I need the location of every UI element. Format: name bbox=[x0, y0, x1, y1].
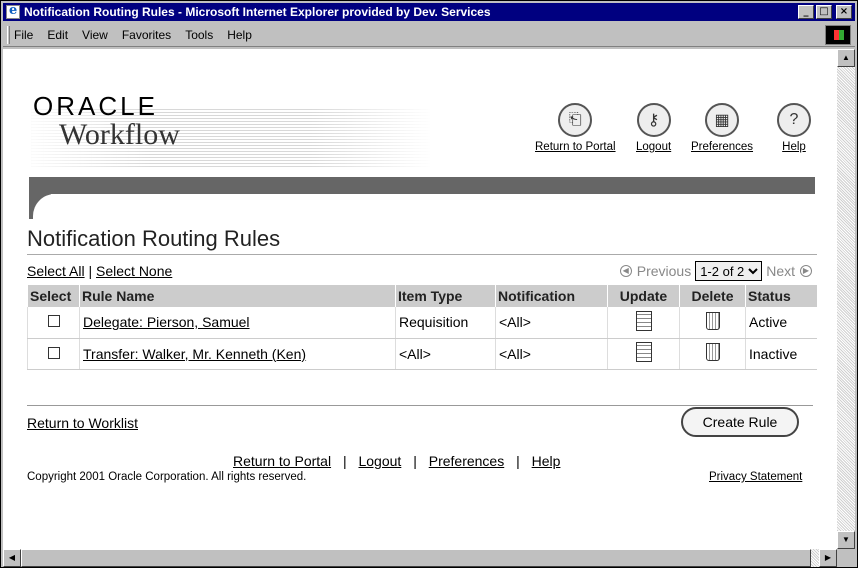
table-row: Delegate: Pierson, Samuel Requisition <A… bbox=[27, 307, 817, 339]
footer-return-to-portal-link[interactable]: Return to Portal bbox=[233, 453, 331, 469]
ie-icon bbox=[6, 3, 20, 19]
menu-bar: File Edit View Favorites Tools Help bbox=[3, 23, 855, 47]
toolbar-grip[interactable] bbox=[7, 25, 10, 44]
oracle-workflow-logo: ORACLE Workflow bbox=[33, 91, 180, 152]
help-icon: ? bbox=[777, 103, 811, 137]
select-none-link[interactable]: Select None bbox=[96, 263, 172, 279]
footer-links: Return to Portal | Logout | Preferences … bbox=[233, 453, 560, 469]
rule-name-link[interactable]: Delegate: Pierson, Samuel bbox=[83, 314, 250, 330]
item-type-cell: <All> bbox=[395, 338, 496, 370]
logout-link[interactable]: Logout bbox=[636, 141, 671, 153]
footer-separator: | bbox=[516, 453, 520, 469]
selection-links: Select All | Select None bbox=[27, 263, 172, 279]
header-status: Status bbox=[745, 285, 817, 307]
table-header-row: Select Rule Name Item Type Notification … bbox=[27, 285, 817, 307]
copyright-text: Copyright 2001 Oracle Corporation. All r… bbox=[27, 471, 307, 483]
page-content: ORACLE Workflow ⎗ Return to Portal ⚷ Log… bbox=[3, 49, 837, 549]
title-bar: Notification Routing Rules - Microsoft I… bbox=[3, 3, 855, 21]
divider bbox=[27, 405, 813, 406]
update-icon[interactable] bbox=[635, 342, 652, 362]
preferences-link[interactable]: Preferences bbox=[691, 141, 753, 153]
vertical-scrollbar[interactable]: ▲ ▼ bbox=[837, 49, 855, 549]
select-cell bbox=[27, 307, 80, 339]
privacy-statement-link[interactable]: Privacy Statement bbox=[709, 471, 802, 483]
update-icon[interactable] bbox=[635, 310, 652, 331]
menu-favorites[interactable]: Favorites bbox=[122, 28, 171, 42]
delete-cell bbox=[679, 307, 746, 339]
pager: ◀ Previous 1-2 of 2 Next ▶ bbox=[615, 261, 817, 281]
update-cell bbox=[607, 307, 680, 339]
scrollbar-corner bbox=[837, 549, 855, 567]
footer-preferences-link[interactable]: Preferences bbox=[429, 453, 504, 469]
footer-logout-link[interactable]: Logout bbox=[358, 453, 401, 469]
selection-separator: | bbox=[88, 263, 93, 279]
next-arrow-icon: ▶ bbox=[800, 265, 812, 277]
previous-link[interactable]: Previous bbox=[637, 263, 691, 279]
header-rule-name: Rule Name bbox=[79, 285, 396, 307]
windows-logo-icon bbox=[825, 24, 851, 45]
select-all-link[interactable]: Select All bbox=[27, 263, 85, 279]
table-row: Transfer: Walker, Mr. Kenneth (Ken) <All… bbox=[27, 338, 817, 370]
browser-window: Notification Routing Rules - Microsoft I… bbox=[0, 0, 858, 568]
key-icon: ⚷ bbox=[636, 103, 671, 137]
global-logout[interactable]: ⚷ Logout bbox=[636, 103, 671, 153]
notification-cell: <All> bbox=[495, 307, 608, 339]
rule-name-cell: Transfer: Walker, Mr. Kenneth (Ken) bbox=[79, 338, 396, 370]
scroll-up-icon[interactable]: ▲ bbox=[837, 49, 855, 67]
footer-help-link[interactable]: Help bbox=[532, 453, 561, 469]
header-item-type: Item Type bbox=[395, 285, 496, 307]
row-checkbox[interactable] bbox=[47, 315, 60, 328]
header-delete: Delete bbox=[679, 285, 746, 307]
return-to-portal-link[interactable]: Return to Portal bbox=[535, 141, 616, 153]
global-return-to-portal[interactable]: ⎗ Return to Portal bbox=[535, 103, 616, 153]
workflow-wordmark: Workflow bbox=[59, 118, 180, 151]
menu-help[interactable]: Help bbox=[227, 28, 252, 42]
delete-trash-icon[interactable] bbox=[705, 343, 720, 361]
row-checkbox[interactable] bbox=[47, 346, 60, 359]
global-help[interactable]: ? Help bbox=[777, 103, 811, 153]
update-cell bbox=[607, 338, 680, 370]
help-link[interactable]: Help bbox=[782, 141, 806, 153]
status-cell: Active bbox=[745, 307, 817, 339]
horizontal-scroll-thumb[interactable] bbox=[21, 549, 811, 567]
menu-view[interactable]: View bbox=[82, 28, 108, 42]
previous-arrow-icon: ◀ bbox=[619, 265, 632, 277]
page-title: Notification Routing Rules bbox=[27, 226, 281, 251]
footer-separator: | bbox=[342, 453, 347, 469]
rules-table: Select Rule Name Item Type Notification … bbox=[27, 285, 817, 370]
divider bbox=[27, 254, 817, 255]
return-to-worklist-link[interactable]: Return to Worklist bbox=[27, 415, 138, 431]
range-select[interactable]: 1-2 of 2 bbox=[695, 261, 763, 281]
header-bar bbox=[29, 177, 815, 194]
select-cell bbox=[27, 338, 80, 370]
minimize-button[interactable]: _ bbox=[798, 5, 814, 19]
horizontal-scrollbar[interactable]: ◀ ▶ bbox=[3, 549, 837, 567]
delete-cell bbox=[679, 338, 746, 370]
header-notification: Notification bbox=[495, 285, 608, 307]
next-link[interactable]: Next bbox=[766, 263, 795, 279]
maximize-button[interactable]: □ bbox=[816, 5, 832, 19]
item-type-cell: Requisition bbox=[395, 307, 496, 339]
header-update: Update bbox=[607, 285, 680, 307]
menu-tools[interactable]: Tools bbox=[185, 28, 213, 42]
scroll-down-icon[interactable]: ▼ bbox=[837, 531, 855, 549]
create-rule-button[interactable]: Create Rule bbox=[681, 407, 799, 437]
global-preferences[interactable]: ▦ Preferences bbox=[691, 103, 753, 153]
preferences-icon: ▦ bbox=[705, 103, 739, 137]
footer-separator: | bbox=[413, 453, 417, 469]
rule-name-cell: Delegate: Pierson, Samuel bbox=[79, 307, 396, 339]
rule-name-link[interactable]: Transfer: Walker, Mr. Kenneth (Ken) bbox=[83, 346, 306, 362]
delete-trash-icon[interactable] bbox=[705, 311, 720, 330]
menu-file[interactable]: File bbox=[14, 28, 33, 42]
scroll-left-icon[interactable]: ◀ bbox=[3, 549, 21, 567]
menu-edit[interactable]: Edit bbox=[47, 28, 68, 42]
close-button[interactable]: × bbox=[836, 5, 852, 19]
scroll-right-icon[interactable]: ▶ bbox=[819, 549, 837, 567]
status-cell: Inactive bbox=[745, 338, 817, 370]
portal-icon: ⎗ bbox=[558, 103, 593, 137]
notification-cell: <All> bbox=[495, 338, 608, 370]
header-select: Select bbox=[27, 285, 80, 307]
window-title: Notification Routing Rules - Microsoft I… bbox=[24, 5, 491, 19]
